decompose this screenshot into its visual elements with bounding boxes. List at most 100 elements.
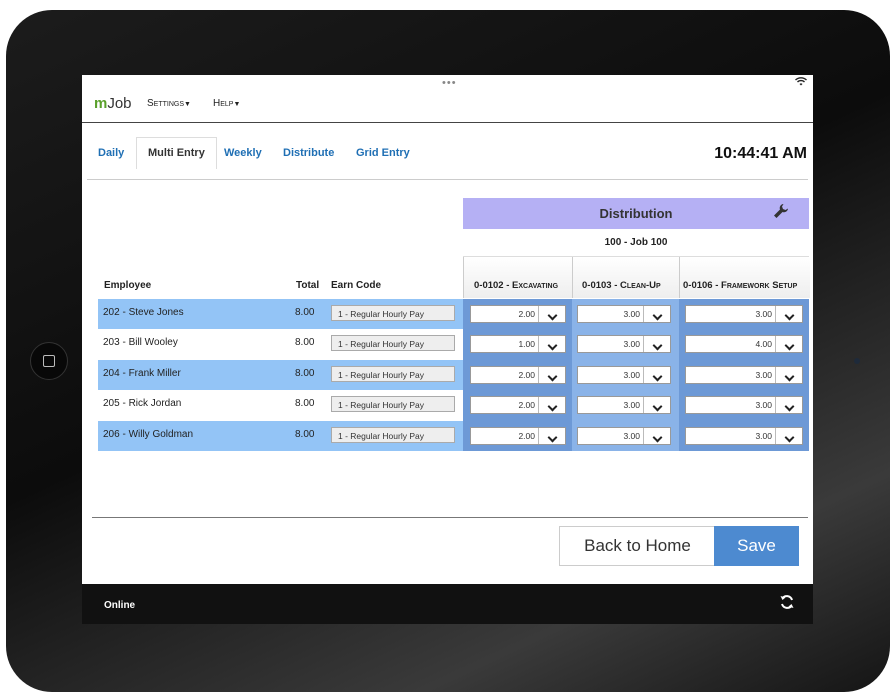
job1-cell: 2.00 [463,420,572,451]
chevron-down-icon[interactable] [643,427,670,444]
job1-hours-select[interactable]: 1.00 [470,335,566,354]
job2-hours-select[interactable]: 3.00 [577,426,671,445]
earn-code-field[interactable]: 1 - Regular Hourly Pay [331,305,455,321]
job2-cell: 3.00 [572,359,679,391]
job3-header-bg [679,257,810,298]
employee-name: 205 - Rick Jordan [103,398,182,410]
chevron-down-icon[interactable] [538,336,565,353]
chevron-down-icon[interactable] [643,336,670,353]
chevron-down-icon[interactable] [643,306,670,322]
job2-hours-select[interactable]: 3.00 [577,305,671,323]
job1-cell: 2.00 [463,359,572,391]
job2-cell: 3.00 [572,299,679,330]
chevron-down-icon[interactable] [538,397,565,414]
chevron-down-icon[interactable] [775,336,802,353]
job1-hours-select[interactable]: 2.00 [470,365,566,384]
top-bar: mJob Settings▼ Help▼ [82,89,813,123]
job3-hours-select[interactable]: 3.00 [685,426,803,445]
job1-hours-select[interactable]: 2.00 [470,305,566,323]
tab-multi-entry[interactable]: Multi Entry [136,137,217,169]
status-footer: Online [82,584,813,624]
help-menu[interactable]: Help▼ [213,98,240,109]
back-to-home-button[interactable]: Back to Home [559,526,716,566]
employee-name: 203 - Bill Wooley [103,337,178,349]
sync-icon[interactable] [779,594,795,615]
tab-bar: Daily Multi Entry Weekly Distribute Grid… [87,137,808,180]
row-left: 204 - Frank Miller 8.00 1 - Regular Hour… [98,359,463,391]
earn-code-field[interactable]: 1 - Regular Hourly Pay [331,365,455,382]
col-employee: Employee [104,280,152,291]
hours-value: 3.00 [623,309,640,319]
hours-value: 3.00 [755,309,772,319]
table-row[interactable]: 203 - Bill Wooley 8.00 1 - Regular Hourl… [98,329,809,360]
hours-value: 2.00 [518,400,535,411]
camera [854,358,860,364]
col-total: Total [296,280,320,291]
hours-value: 2.00 [518,369,535,380]
employee-name: 204 - Frank Miller [103,367,181,379]
chevron-down-icon[interactable] [538,366,565,383]
wifi-icon [795,77,807,89]
app-logo: mJob [94,95,132,112]
clock: 10:44:41 AM [714,145,807,162]
row-left: 205 - Rick Jordan 8.00 1 - Regular Hourl… [98,390,463,420]
job3-hours-select[interactable]: 4.00 [685,335,803,354]
tab-weekly[interactable]: Weekly [224,147,262,159]
table-row[interactable]: 205 - Rick Jordan 8.00 1 - Regular Hourl… [98,390,809,421]
hours-value: 3.00 [623,430,640,441]
home-button[interactable] [30,342,68,380]
employee-name: 202 - Steve Jones [103,307,184,318]
job1-cell: 2.00 [463,390,572,421]
employee-total: 8.00 [295,398,315,410]
job1-hours-select[interactable]: 2.00 [470,396,566,415]
hours-value: 3.00 [623,400,640,411]
earn-code-field[interactable]: 1 - Regular Hourly Pay [331,426,455,443]
job1-hours-select[interactable]: 2.00 [470,426,566,445]
job1-cell: 2.00 [463,299,572,330]
tab-grid-entry[interactable]: Grid Entry [356,147,410,159]
wrench-icon[interactable] [773,203,789,224]
table-row[interactable]: 204 - Frank Miller 8.00 1 - Regular Hour… [98,359,809,391]
hours-value: 3.00 [623,339,640,350]
chevron-down-icon[interactable] [775,427,802,444]
hours-value: 3.00 [755,400,772,411]
job2-cell: 3.00 [572,390,679,421]
distribution-title: Distribution [599,206,673,221]
row-left: 206 - Willy Goldman 8.00 1 - Regular Hou… [98,420,463,451]
employee-total: 8.00 [295,337,315,349]
earn-code-field[interactable]: 1 - Regular Hourly Pay [331,396,455,413]
job3-cell: 3.00 [679,390,809,421]
employee-total: 8.00 [295,307,315,318]
job3-hours-select[interactable]: 3.00 [685,305,803,323]
row-left: 202 - Steve Jones 8.00 1 - Regular Hourl… [98,299,463,330]
chevron-down-icon[interactable] [775,366,802,383]
job3-cell: 3.00 [679,299,809,330]
tab-distribute[interactable]: Distribute [283,147,334,159]
app-screen: ••• mJob Settings▼ Help▼ Daily Multi Ent… [82,75,813,624]
save-button[interactable]: Save [714,526,799,566]
job2-hours-select[interactable]: 3.00 [577,335,671,354]
job3-hours-select[interactable]: 3.00 [685,365,803,384]
col-earn-code: Earn Code [331,280,382,291]
job1-header-bg [463,257,573,298]
job2-hours-select[interactable]: 3.00 [577,396,671,415]
job2-hours-select[interactable]: 3.00 [577,365,671,384]
chevron-down-icon[interactable] [538,427,565,444]
chevron-down-icon[interactable] [538,306,565,322]
chevron-down-icon[interactable] [775,397,802,414]
col-job1: 0-0102 - Excavating [474,280,559,291]
hours-value: 1.00 [518,339,535,350]
settings-menu[interactable]: Settings▼ [147,98,191,109]
chevron-down-icon[interactable] [643,397,670,414]
job1-cell: 1.00 [463,329,572,360]
chevron-down-icon[interactable] [643,366,670,383]
table-row[interactable]: 206 - Willy Goldman 8.00 1 - Regular Hou… [98,420,809,451]
status-dots-icon: ••• [442,77,457,89]
job3-hours-select[interactable]: 3.00 [685,396,803,415]
tab-daily[interactable]: Daily [98,147,124,159]
divider [92,517,808,518]
earn-code-field[interactable]: 1 - Regular Hourly Pay [331,335,455,352]
table-row[interactable]: 202 - Steve Jones 8.00 1 - Regular Hourl… [98,299,809,330]
chevron-down-icon[interactable] [775,306,802,322]
job3-cell: 4.00 [679,329,809,360]
